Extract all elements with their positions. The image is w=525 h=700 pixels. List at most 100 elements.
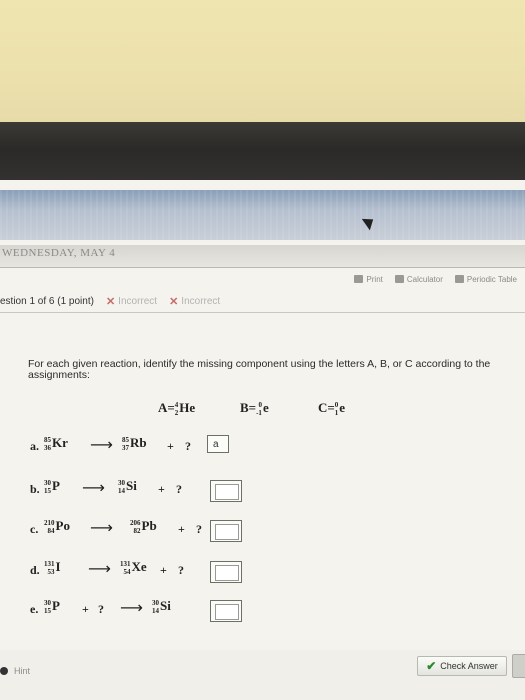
- reaction-arrow-icon: ⟶: [90, 518, 113, 537]
- plus-sign: +: [167, 439, 174, 453]
- element-symbol: Rb: [130, 435, 147, 450]
- definition-c: C= 0 1 e: [318, 400, 345, 417]
- atomic-number: 54: [123, 568, 131, 577]
- question-title: estion 1 of 6 (1 point): [0, 295, 94, 307]
- answer-input[interactable]: [210, 480, 242, 502]
- element-symbol: Si: [160, 598, 171, 613]
- nuclide: 4 2 He: [175, 400, 196, 417]
- atomic-number: 53: [47, 568, 55, 577]
- definition-label: B=: [240, 400, 257, 415]
- definition-label: A=: [158, 400, 175, 415]
- reaction-letter: b.: [30, 482, 40, 496]
- reaction-arrow-icon: ⟶: [90, 435, 113, 454]
- mass-atomic-numbers: 42: [175, 401, 179, 417]
- printer-icon: [354, 275, 364, 283]
- element-symbol: Po: [55, 518, 70, 533]
- mass-atomic-numbers: 131 53: [44, 560, 55, 576]
- mass-number: 85: [122, 436, 129, 445]
- answer-input[interactable]: [210, 520, 242, 542]
- nuclide: 30 15 P: [44, 598, 60, 615]
- mass-number: 0: [334, 401, 339, 410]
- mass-atomic-numbers: 30 15: [44, 599, 51, 615]
- question-prompt: For each given reaction, identify the mi…: [28, 358, 491, 381]
- reactant: 30 15 P: [44, 598, 60, 615]
- nuclide: 131 54 Xe: [120, 559, 147, 576]
- print-label: Print: [366, 274, 383, 284]
- atomic-number: 84: [47, 527, 55, 536]
- mass-number: 4: [174, 401, 179, 410]
- mass-number: 0: [258, 401, 262, 410]
- product: 30 14 Si: [118, 478, 137, 495]
- plus-sign: +: [158, 482, 165, 496]
- check-answer-button[interactable]: ✔ Check Answer: [417, 656, 507, 676]
- unknown-marker: ?: [98, 602, 104, 616]
- answer-input[interactable]: [210, 600, 242, 622]
- element-symbol: Si: [126, 478, 137, 493]
- reaction-arrow-icon: ⟶: [120, 598, 143, 617]
- mass-atomic-numbers: 0 -1: [256, 401, 262, 417]
- mass-number: 30: [44, 599, 51, 608]
- answer-field[interactable]: [215, 604, 239, 620]
- element-symbol: I: [55, 559, 61, 574]
- atomic-number: 2: [174, 409, 179, 418]
- atomic-number: 15: [44, 607, 51, 616]
- nuclide: 210 84 Po: [44, 518, 70, 535]
- unknown-marker: ?: [176, 482, 182, 496]
- mass-number: 85: [44, 436, 51, 445]
- element-symbol: e: [339, 400, 346, 415]
- print-button[interactable]: Print: [354, 274, 383, 284]
- page-header: WEDNESDAY, MAY 4: [0, 245, 525, 268]
- periodic-table-label: Periodic Table: [466, 274, 517, 284]
- periodic-table-button[interactable]: Periodic Table: [454, 274, 517, 284]
- plus-sign: +: [160, 563, 167, 577]
- calculator-icon: [394, 275, 404, 283]
- calculator-button[interactable]: Calculator: [394, 274, 443, 284]
- reaction-arrow-icon: ⟶: [82, 478, 105, 497]
- nuclide: 85 37 Rb: [122, 435, 147, 452]
- definition-a: A= 4 2 He: [158, 400, 195, 417]
- divider: [0, 312, 525, 313]
- question-status-line: estion 1 of 6 (1 point) ✕ Incorrect ✕ In…: [0, 293, 525, 309]
- element-symbol: e: [262, 400, 269, 415]
- reaction-letter: e.: [30, 602, 39, 616]
- answer-field[interactable]: [215, 524, 239, 540]
- answer-field[interactable]: [215, 484, 239, 500]
- definition-label: C=: [318, 400, 335, 415]
- definition-b: B= 0 -1 e: [240, 400, 269, 417]
- attempt-label: Incorrect: [118, 295, 158, 307]
- mass-atomic-numbers: 30 14: [152, 599, 159, 615]
- answer-input[interactable]: [210, 561, 242, 583]
- element-symbol: Xe: [131, 559, 147, 574]
- mass-number: 30: [44, 479, 51, 488]
- reactant: 85 36 Kr: [44, 435, 68, 452]
- next-button[interactable]: [512, 654, 525, 678]
- answer-field[interactable]: [215, 565, 239, 581]
- mass-number: 30: [152, 599, 159, 608]
- hint-link[interactable]: Hint: [14, 666, 30, 676]
- mass-atomic-numbers: 01: [335, 401, 339, 417]
- calculator-label: Calculator: [406, 274, 443, 284]
- reaction-letter: a.: [30, 439, 39, 453]
- answer-input[interactable]: a: [207, 435, 229, 453]
- product: 206 82 Pb: [130, 518, 157, 535]
- mass-atomic-numbers: 85 37: [122, 436, 129, 452]
- mass-atomic-numbers: 85 36: [44, 436, 51, 452]
- mass-atomic-numbers: 206 82: [130, 519, 141, 535]
- monitor-bezel: [0, 122, 525, 182]
- nuclide: 131 53 I: [44, 559, 61, 576]
- element-symbol: Kr: [52, 435, 68, 450]
- mass-atomic-numbers: 210 84: [44, 519, 55, 535]
- check-answer-label: Check Answer: [440, 661, 498, 671]
- unknown-marker: ?: [196, 522, 202, 536]
- product: 30 14 Si: [152, 598, 171, 615]
- attempt-label: Incorrect: [181, 295, 221, 307]
- checkmark-icon: ✔: [426, 659, 437, 673]
- attempt-status-1: ✕ Incorrect: [106, 295, 157, 308]
- mass-atomic-numbers: 131 54: [120, 560, 131, 576]
- mass-number: 210: [44, 519, 55, 528]
- atomic-number: 37: [122, 444, 129, 453]
- mass-number: 131: [120, 560, 131, 569]
- product: 131 54 Xe: [120, 559, 147, 576]
- reactant: 131 53 I: [44, 559, 61, 576]
- element-symbol: He: [179, 400, 196, 415]
